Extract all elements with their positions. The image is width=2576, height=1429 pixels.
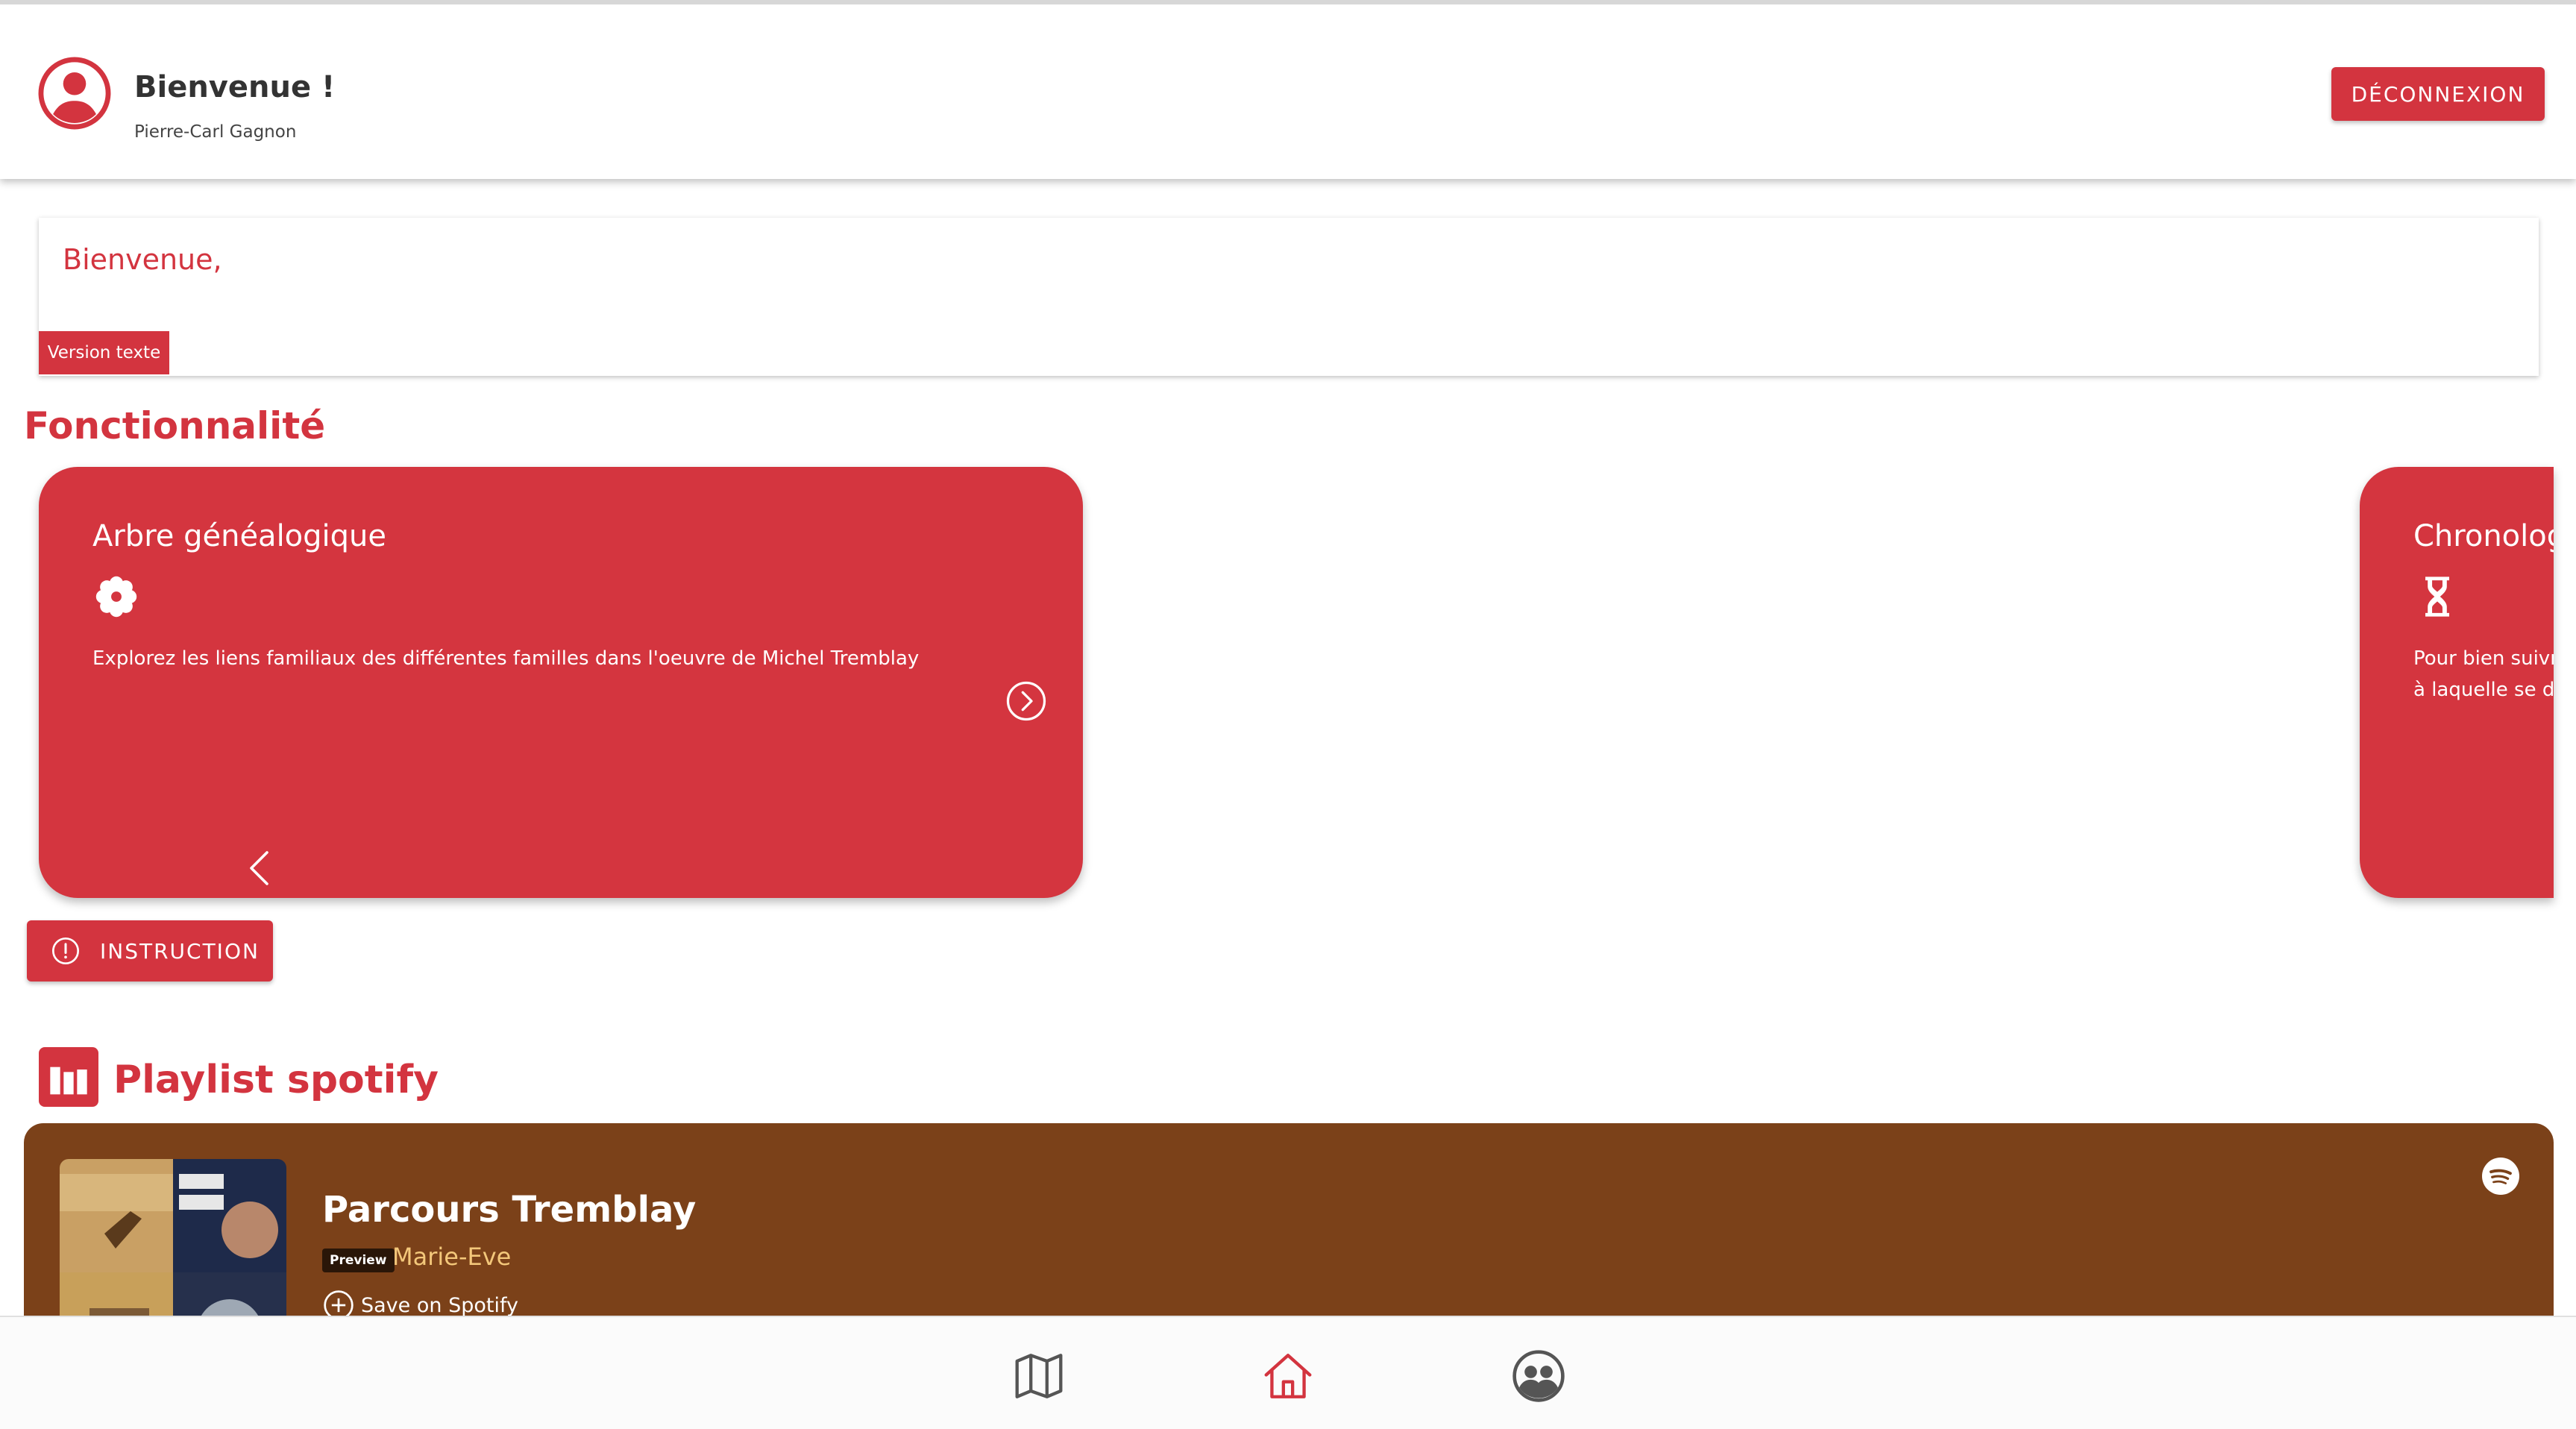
card-description: Explorez les liens familiaux des différe… xyxy=(92,647,920,670)
logout-button[interactable]: DÉCONNEXION xyxy=(2331,67,2545,121)
bar-chart-icon xyxy=(39,1047,98,1107)
card-title: Chronolog xyxy=(2413,519,2554,553)
instruction-button[interactable]: INSTRUCTION xyxy=(27,920,273,982)
preview-badge: Preview xyxy=(322,1249,395,1272)
chevron-left-icon[interactable] xyxy=(245,850,271,886)
playlist-name[interactable]: Parcours Tremblay xyxy=(322,1189,696,1231)
welcome-heading: Bienvenue ! xyxy=(134,70,336,104)
save-on-spotify-label: Save on Spotify xyxy=(361,1293,518,1317)
text-version-button[interactable]: Version texte xyxy=(39,331,169,374)
welcome-message: Bienvenue, xyxy=(63,243,222,276)
hourglass-icon xyxy=(2425,577,2449,617)
bottom-navigation xyxy=(0,1316,2576,1429)
flower-icon xyxy=(95,576,137,618)
playlist-owner[interactable]: Marie-Eve xyxy=(392,1243,511,1271)
card-description-line: Pour bien suivre xyxy=(2413,647,2554,670)
top-app-bar: Bienvenue ! Pierre-Carl Gagnon DÉCONNEXI… xyxy=(0,0,2576,179)
card-title: Arbre généalogique xyxy=(92,519,387,553)
welcome-card: Bienvenue, Version texte xyxy=(39,218,2539,376)
account-circle-icon xyxy=(38,57,111,130)
feature-card-family-tree[interactable]: Arbre généalogique Explorez les liens fa… xyxy=(39,467,1083,898)
user-name: Pierre-Carl Gagnon xyxy=(134,122,297,142)
card-description: Pour bien suivre à laquelle se dé xyxy=(2413,643,2554,706)
alert-circle-icon xyxy=(52,938,79,964)
instruction-label: INSTRUCTION xyxy=(100,938,260,964)
feature-card-chronology[interactable]: Chronolog Pour bien suivre à laquelle se… xyxy=(2360,467,2554,898)
features-heading: Fonctionnalité xyxy=(24,404,326,447)
spotify-logo-icon[interactable] xyxy=(2482,1158,2519,1195)
people-icon[interactable] xyxy=(1511,1348,1566,1404)
map-icon[interactable] xyxy=(1011,1348,1066,1404)
card-description-line: à laquelle se dé xyxy=(2413,679,2554,701)
playlist-heading: Playlist spotify xyxy=(113,1058,439,1102)
chevron-right-circle-icon[interactable] xyxy=(1005,680,1047,722)
home-icon[interactable] xyxy=(1260,1348,1316,1404)
